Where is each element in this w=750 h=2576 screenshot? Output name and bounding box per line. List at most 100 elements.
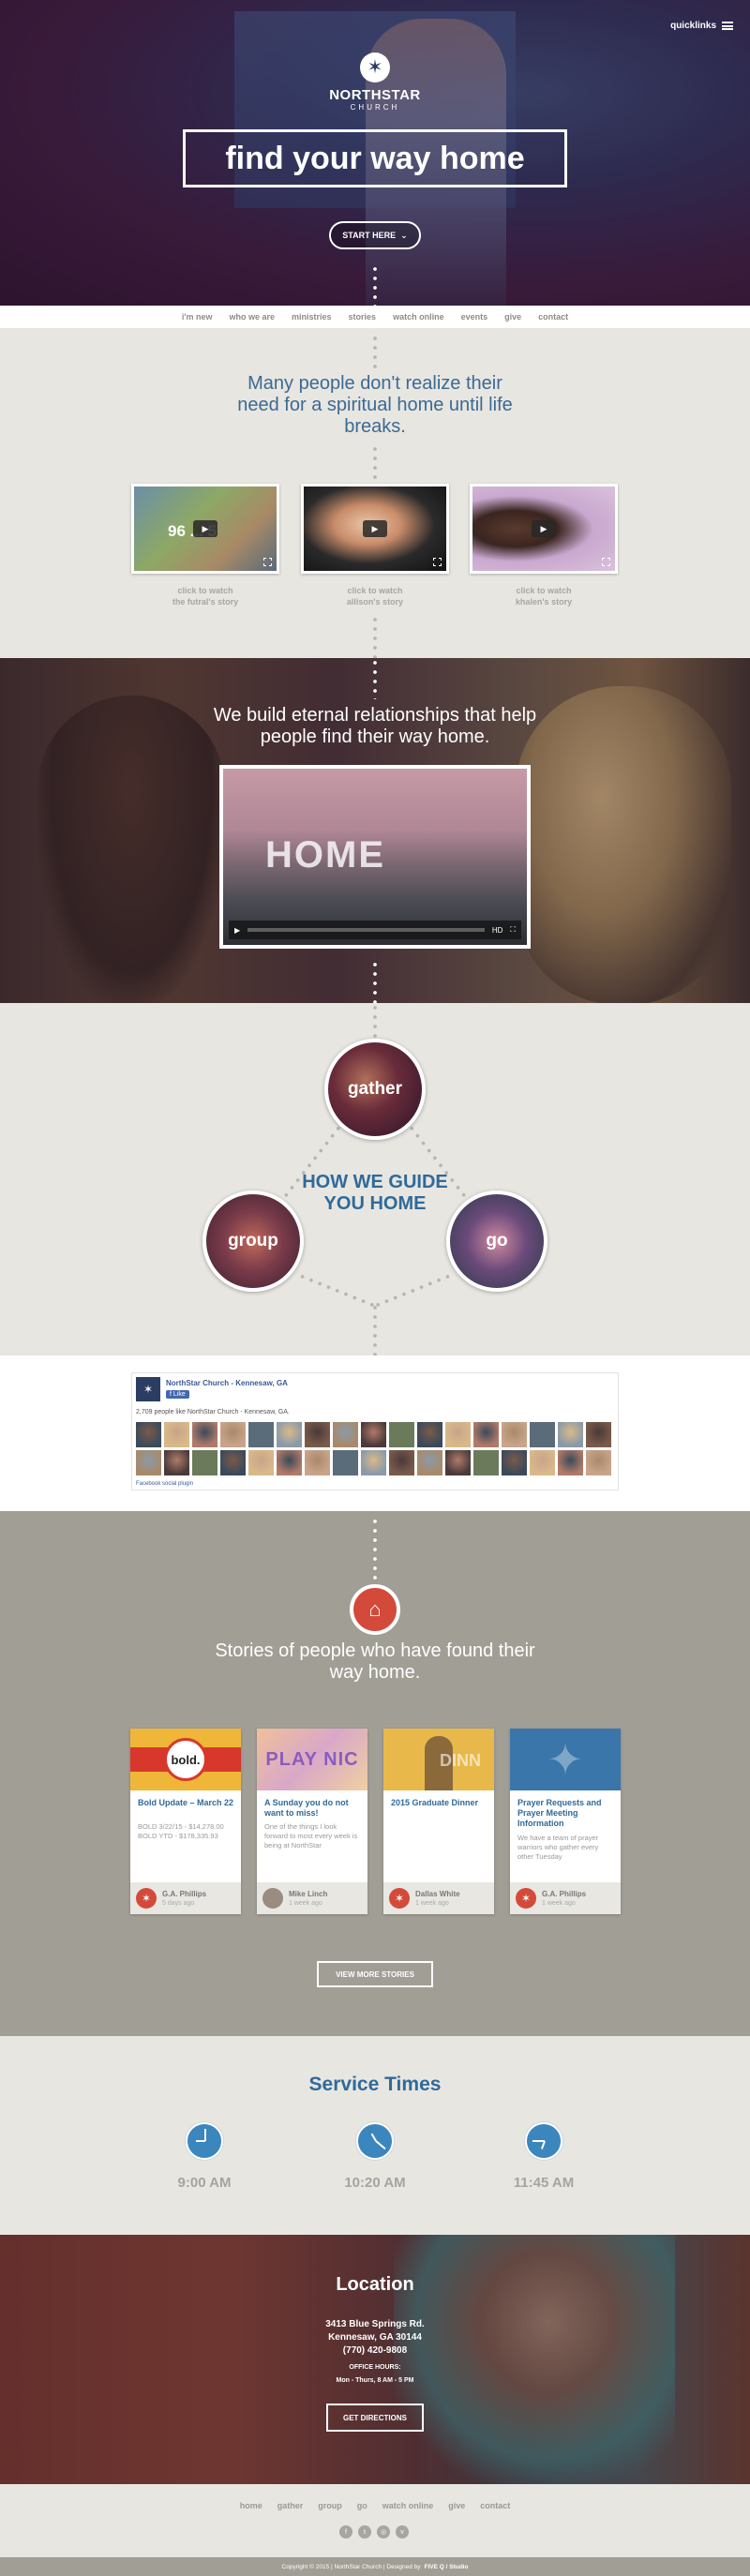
video-thumb-allison[interactable]: ▶ [301,484,449,574]
video-caption-allison[interactable]: click to watch allison's story [301,585,449,607]
video-controls: ▶ HD ⛶ [229,921,521,939]
facebook-fan-avatar[interactable] [136,1450,161,1475]
hero-section: quicklinks ✶ NORTHSTAR CHURCH find your … [0,0,750,306]
hd-icon[interactable]: HD [492,926,503,935]
nav-item-give[interactable]: give [504,312,521,322]
vimeo-icon[interactable]: v [396,2525,409,2539]
facebook-fan-avatar[interactable] [389,1422,414,1447]
designer-link[interactable]: FIVE Q / Studio [425,2564,469,2570]
nav-item-im-new[interactable]: i'm new [182,312,213,322]
facebook-page-name[interactable]: NorthStar Church - Kennesaw, GA [166,1379,288,1387]
play-icon[interactable]: ▶ [363,520,387,537]
nav-item-stories[interactable]: stories [349,312,377,322]
fullscreen-icon[interactable] [433,558,442,566]
footer-link-home[interactable]: home [240,2501,262,2510]
northstar-logo[interactable]: ✶ [360,52,390,82]
clock-icon [525,2122,562,2160]
start-here-button[interactable]: START HERE ⌄ [329,221,421,249]
fullscreen-icon[interactable]: ⛶ [510,925,516,935]
nav-item-contact[interactable]: contact [538,312,568,322]
footer-link-group[interactable]: group [318,2501,342,2510]
facebook-fan-avatar[interactable] [305,1450,330,1475]
nav-item-who-we-are[interactable]: who we are [230,312,276,322]
facebook-fan-avatar[interactable] [192,1450,218,1475]
facebook-fan-avatar[interactable] [277,1422,302,1447]
facebook-fan-avatar[interactable] [445,1422,471,1447]
facebook-fan-avatar[interactable] [473,1450,499,1475]
mission-video[interactable]: HOME ▶ HD ⛶ [219,765,531,949]
facebook-fan-avatar[interactable] [361,1422,386,1447]
facebook-fan-avatar[interactable] [417,1422,442,1447]
facebook-fan-avatar[interactable] [361,1450,386,1475]
instagram-icon[interactable]: ◎ [377,2525,390,2539]
facebook-fan-avatar[interactable] [220,1450,246,1475]
dotted-connector [373,264,377,306]
story-card[interactable]: ✦ Prayer Requests and Prayer Meeting Inf… [510,1729,621,1914]
story-title[interactable]: 2015 Graduate Dinner [391,1798,488,1808]
facebook-fan-avatar[interactable] [192,1422,218,1447]
facebook-fan-avatar[interactable] [248,1450,274,1475]
facebook-fan-avatar[interactable] [586,1450,611,1475]
gather-circle[interactable]: gather [324,1039,426,1140]
facebook-fan-avatar[interactable] [445,1450,471,1475]
group-circle[interactable]: group [202,1191,304,1292]
story-title[interactable]: Bold Update – March 22 [138,1798,235,1808]
facebook-fan-avatar[interactable] [333,1422,358,1447]
facebook-fan-avatar[interactable] [333,1450,358,1475]
facebook-fan-avatar[interactable] [417,1450,442,1475]
author-avatar: ✶ [136,1888,157,1909]
facebook-fan-avatar[interactable] [305,1422,330,1447]
footer-link-give[interactable]: give [448,2501,465,2510]
facebook-fan-avatar[interactable] [248,1422,274,1447]
fullscreen-icon[interactable] [602,558,610,566]
phone-number[interactable]: (770) 420-9808 [234,2345,516,2356]
video-progress-bar[interactable] [248,928,485,932]
quicklinks-button[interactable]: quicklinks [670,21,733,31]
fullscreen-icon[interactable] [263,558,272,566]
footer-link-gather[interactable]: gather [278,2501,304,2510]
facebook-fan-avatar[interactable] [277,1450,302,1475]
facebook-fan-avatar[interactable] [164,1450,189,1475]
story-card[interactable]: DINN 2015 Graduate Dinner ✶ Dallas White… [383,1729,494,1914]
star-icon: ✶ [367,57,383,78]
footer-link-go[interactable]: go [357,2501,368,2510]
go-circle[interactable]: go [446,1191,548,1292]
story-excerpt: One of the things I look forward to most… [264,1822,358,1850]
facebook-fan-avatar[interactable] [530,1450,555,1475]
facebook-icon[interactable]: f [339,2525,352,2539]
facebook-fan-avatar[interactable] [136,1422,161,1447]
get-directions-button[interactable]: GET DIRECTIONS [326,2404,424,2432]
twitter-icon[interactable]: t [358,2525,371,2539]
play-icon[interactable]: ▶ [193,520,218,537]
facebook-fan-avatar[interactable] [530,1422,555,1447]
footer-link-watch-online[interactable]: watch online [382,2501,434,2510]
nav-item-watch-online[interactable]: watch online [393,312,444,322]
video-thumb-khalen[interactable]: ▶ [470,484,618,574]
video-caption-khalen[interactable]: click to watch khalen's story [470,585,618,607]
facebook-fan-avatar[interactable] [389,1450,414,1475]
story-title[interactable]: A Sunday you do not want to miss! [264,1798,362,1819]
facebook-fan-avatar[interactable] [220,1422,246,1447]
northstar-logo[interactable]: ✶ [136,1377,160,1401]
facebook-plugin-label[interactable]: Facebook social plugin [136,1481,193,1487]
facebook-fan-avatar[interactable] [164,1422,189,1447]
story-card[interactable]: bold. Bold Update – March 22 BOLD 3/22/1… [130,1729,241,1914]
facebook-fan-avatar[interactable] [558,1450,583,1475]
view-more-stories-button[interactable]: VIEW MORE STORIES [317,1961,433,1987]
facebook-like-button[interactable]: f Like [166,1390,189,1399]
nav-item-ministries[interactable]: ministries [292,312,332,322]
video-thumb-futral[interactable]: 96 ... 5 ▶ [131,484,279,574]
facebook-fan-avatar[interactable] [473,1422,499,1447]
video-caption-futral[interactable]: click to watch the futral's story [131,585,279,607]
facebook-fan-avatar[interactable] [586,1422,611,1447]
facebook-fan-avatar[interactable] [502,1450,527,1475]
play-icon[interactable]: ▶ [532,520,556,537]
story-title[interactable]: Prayer Requests and Prayer Meeting Infor… [518,1798,615,1829]
facebook-fan-avatar[interactable] [502,1422,527,1447]
dotted-connector [372,1273,453,1309]
facebook-fan-avatar[interactable] [558,1422,583,1447]
nav-item-events[interactable]: events [461,312,488,322]
story-card[interactable]: PLAY NIC A Sunday you do not want to mis… [257,1729,368,1914]
play-icon[interactable]: ▶ [234,926,240,935]
footer-link-contact[interactable]: contact [480,2501,510,2510]
